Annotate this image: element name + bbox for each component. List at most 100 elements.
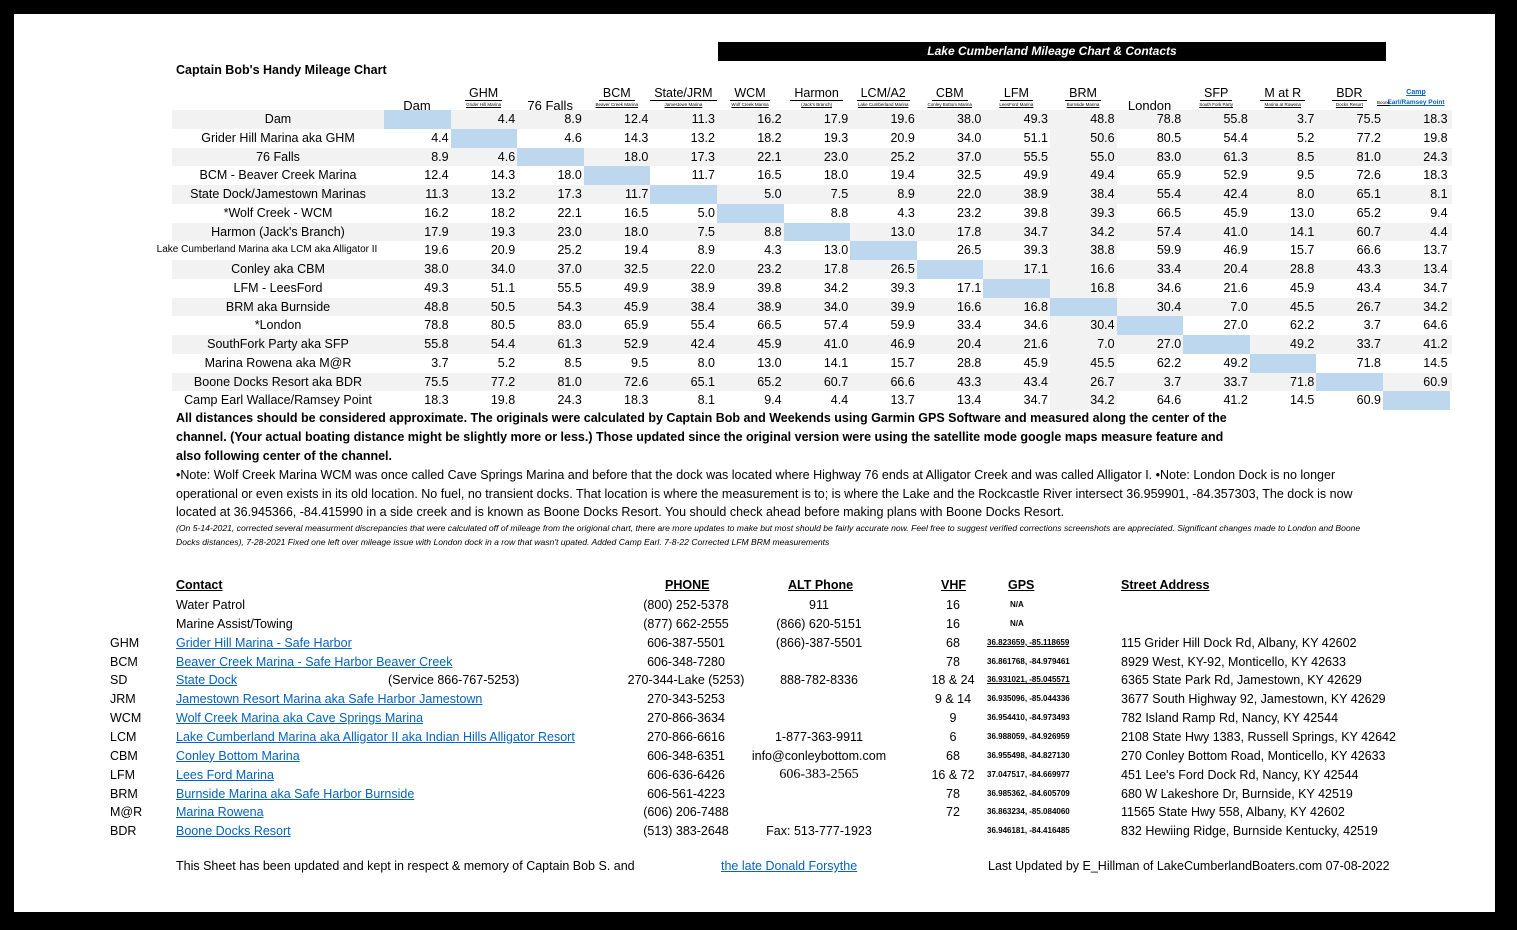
- row-label: Dam: [264, 112, 292, 126]
- contact-gps: 36.955498, -84.827130: [987, 750, 1070, 760]
- contact-gps: N/A: [1010, 600, 1024, 609]
- contact-link[interactable]: Lake Cumberland Marina aka Alligator II …: [176, 728, 575, 747]
- mileage-cell: 22.1: [557, 205, 582, 220]
- mileage-cell: 64.6: [1156, 393, 1182, 408]
- mileage-cell: 18.0: [624, 224, 649, 239]
- contact-alt-phone: (866)-387-5501: [775, 635, 863, 650]
- mileage-cell: 51.1: [1023, 130, 1048, 145]
- mileage-cell: 65.1: [690, 374, 715, 389]
- contact-gps[interactable]: 36.823659, -85.118659: [987, 634, 1069, 653]
- chart-title: Captain Bob's Handy Mileage Chart: [176, 63, 387, 77]
- contact-phone: 270-343-5253: [647, 692, 725, 707]
- contact-link[interactable]: State Dock: [176, 671, 237, 690]
- contact-link[interactable]: Beaver Creek Marina - Safe Harbor Beaver…: [176, 653, 453, 672]
- mileage-cell: 8.5: [1297, 149, 1315, 164]
- mileage-cell: 24.3: [1423, 149, 1448, 164]
- column-header: SFP South Fork Party: [1183, 78, 1249, 108]
- contact-gps: 37.047517, -84.669977: [987, 769, 1070, 779]
- contact-row: M@R Marina Rowena (606) 206-7488 72 36.86323…: [14, 803, 1495, 822]
- contact-link[interactable]: Marina Rowena: [176, 803, 264, 822]
- mileage-cell: 39.3: [890, 280, 915, 295]
- mileage-cell: 21.6: [1223, 280, 1248, 295]
- mileage-cell: 72.6: [624, 374, 649, 389]
- mileage-cell: 14.1: [823, 355, 849, 370]
- vhf-header: VHF: [941, 578, 966, 592]
- column-header-label: WCM: [730, 86, 770, 101]
- contact-alt-phone: (866) 620-5151: [776, 616, 862, 631]
- diagonal-cell: [583, 166, 651, 185]
- contact-code: BCM: [110, 654, 138, 669]
- mileage-cell: 43.4: [1023, 374, 1048, 389]
- contact-row: WCM Wolf Creek Marina aka Cave Springs Ma…: [14, 709, 1495, 728]
- mileage-cell: 46.9: [890, 337, 915, 351]
- contact-link[interactable]: Grider Hill Marina - Safe Harbor: [176, 634, 352, 653]
- mileage-cell: 50.6: [1050, 128, 1117, 148]
- mileage-cell: 80.5: [490, 318, 516, 333]
- contact-link[interactable]: Wolf Creek Marina aka Cave Springs Marin…: [176, 709, 423, 728]
- mileage-cell: 12.4: [624, 112, 649, 126]
- contact-link[interactable]: Lees Ford Marina: [176, 766, 274, 785]
- contact-name: Water Patrol: [176, 598, 246, 612]
- column-header-sublabel: Marina at Rowena: [1264, 102, 1302, 107]
- mileage-cell: 42.4: [690, 337, 715, 351]
- table-row: LFM - LeesFord 49.3 51.1 55.5 49.9 38.9 39.8 34…: [172, 278, 1452, 298]
- mileage-cell: 5.0: [697, 205, 715, 220]
- mileage-cell: 71.8: [1356, 355, 1381, 370]
- contact-address: 270 Conley Bottom Road, Monticello, KY 4…: [1121, 748, 1386, 763]
- table-row: BCM - Beaver Creek Marina 12.4 14.3 18.0 11.…: [172, 166, 1452, 185]
- mileage-cell: 38.8: [1050, 241, 1117, 260]
- mileage-cell: 55.4: [1156, 187, 1182, 201]
- contact-link[interactable]: Burnside Marina aka Safe Harbor Burnside: [176, 785, 414, 804]
- mileage-cell: 8.9: [431, 149, 449, 164]
- mileage-cell: 81.0: [1356, 149, 1381, 164]
- diagonal-cell: [384, 110, 451, 129]
- mileage-cell: 4.3: [764, 243, 782, 258]
- contact-row: BDR Boone Docks Resort (513) 383-2648 Fax: …: [14, 822, 1495, 841]
- mileage-cell: 39.8: [1023, 205, 1048, 220]
- mileage-cell: 12.4: [424, 168, 449, 183]
- mileage-cell: 49.9: [624, 280, 649, 295]
- mileage-cell: 13.0: [1290, 205, 1315, 220]
- mileage-cell: 18.0: [557, 168, 582, 183]
- diagonal-cell: [1183, 335, 1250, 354]
- mileage-cell: 11.3: [425, 187, 449, 201]
- contact-vhf: 16 & 72: [931, 767, 975, 782]
- contact-vhf: 68: [946, 748, 960, 763]
- contact-vhf: 78: [946, 654, 960, 669]
- mileage-cell: 83.0: [557, 318, 582, 333]
- mileage-cell: 13.2: [690, 130, 715, 145]
- table-row: Dam 4.4 8.9 12.4 11.3 16.2 17.9 19.6 38.0 49.3 48.…: [172, 110, 1452, 129]
- mileage-cell: 60.7: [823, 374, 849, 389]
- mileage-cell: 32.5: [957, 168, 982, 183]
- contact-vhf: 6: [949, 729, 957, 744]
- mileage-cell: 5.2: [1297, 130, 1315, 145]
- mileage-cell: 8.0: [697, 355, 715, 370]
- contact-link[interactable]: Boone Docks Resort: [176, 822, 291, 841]
- mileage-cell: 55.0: [1090, 149, 1115, 164]
- contact-link[interactable]: Conley Bottom Marina: [176, 747, 300, 766]
- contact-gps[interactable]: 36.931021, -85.045571: [987, 671, 1070, 690]
- contact-address: 6365 State Park Rd, Jamestown, KY 42629: [1121, 673, 1362, 688]
- mileage-cell: 20.9: [890, 130, 915, 145]
- contact-vhf: 72: [946, 805, 960, 820]
- donald-forsythe-link[interactable]: the late Donald Forsythe: [721, 859, 857, 873]
- mileage-cell: 49.9: [1023, 168, 1048, 183]
- table-row: Lake Cumberland Marina aka LCM aka Allig…: [157, 241, 1452, 260]
- mileage-cell: 8.1: [1430, 187, 1448, 201]
- title-bar: Lake Cumberland Mileage Chart & Contacts: [718, 42, 1386, 61]
- contact-vhf: 68: [946, 635, 960, 650]
- mileage-cell: 33.7: [1223, 374, 1248, 389]
- mileage-cell: 54.4: [1223, 130, 1248, 145]
- mileage-cell: 45.9: [624, 299, 649, 314]
- mileage-cell: 38.4: [1090, 187, 1115, 201]
- contact-link[interactable]: Jamestown Resort Marina aka Safe Harbor …: [176, 690, 482, 709]
- mileage-cell: 83.0: [1156, 149, 1182, 164]
- table-row: *Wolf Creek - WCM 16.2 18.2 22.1 16.5 5.0 8.8 4…: [172, 203, 1452, 223]
- diagonal-cell: [916, 260, 984, 279]
- row-label: *Wolf Creek - WCM: [223, 205, 333, 220]
- mileage-cell: 45.9: [1023, 355, 1048, 370]
- mileage-cell: 13.0: [757, 355, 782, 370]
- mileage-cell: 8.9: [897, 187, 915, 201]
- diagonal-cell: [717, 203, 784, 223]
- contact-phone: 606-348-7280: [647, 654, 725, 669]
